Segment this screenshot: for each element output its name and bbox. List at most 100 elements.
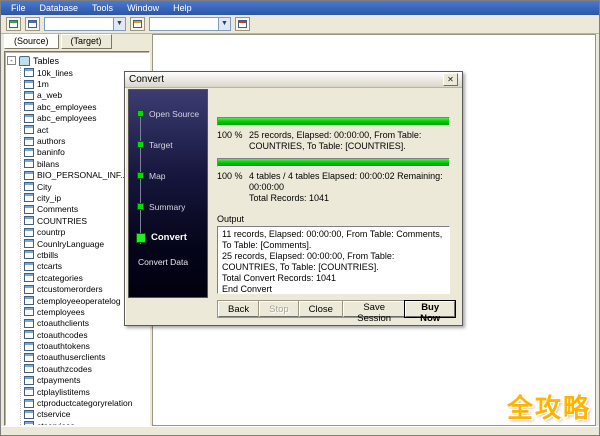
chevron-down-icon[interactable]: ▼	[218, 18, 230, 30]
table-icon	[24, 239, 34, 249]
output-line: 25 records, Elapsed: 00:00:00, From Tabl…	[222, 251, 395, 272]
table-icon	[24, 409, 34, 419]
total-progress-detail: 4 tables / 4 tables Elapsed: 00:00:02 Re…	[249, 171, 450, 204]
output-log[interactable]: 11 records, Elapsed: 00:00:00, From Tabl…	[217, 226, 450, 294]
dialog-buttons: Back Stop Close Save Session Buy Now	[218, 301, 455, 324]
table-tree-item[interactable]: ctproductcategoryrelation	[24, 397, 149, 408]
table-icon	[24, 352, 34, 362]
total-progress-line1: 4 tables / 4 tables Elapsed: 00:00:02 Re…	[249, 171, 443, 192]
panel-tabs: (Source) (Target)	[4, 34, 150, 49]
back-button[interactable]: Back	[218, 301, 260, 317]
table-name: ctoauthzcodes	[37, 363, 92, 374]
progress-fill	[218, 118, 449, 125]
table-name: ctoauthuserclients	[37, 352, 106, 363]
table-icon	[24, 204, 34, 214]
convert-dialog: Convert ✕ Open Source Target Map Summary…	[124, 71, 463, 326]
app-window: File Database Tools Window Help ▼ ▼ (Sou…	[0, 0, 600, 436]
table-icon	[24, 68, 34, 78]
table-name: ctoauthclients	[37, 318, 89, 329]
collapse-icon[interactable]: -	[7, 56, 16, 65]
table-name: 10k_lines	[37, 67, 73, 78]
table-name: countrp	[37, 227, 66, 238]
menu-item[interactable]: Help	[166, 1, 199, 15]
table-progress-bar	[217, 117, 450, 126]
tree-root[interactable]: - Tables	[7, 54, 149, 67]
table-icon	[24, 364, 34, 374]
table-tree-item[interactable]: ctservice	[24, 409, 149, 420]
table-tree-item[interactable]: ctoauthtokens	[24, 340, 149, 351]
database-icon	[9, 20, 18, 28]
total-progress-percent: 100 %	[217, 171, 243, 181]
progress-fill	[218, 159, 449, 166]
table-name: ctcategories	[37, 272, 83, 283]
chevron-down-icon[interactable]: ▼	[113, 18, 125, 30]
table-tree-item[interactable]: ctpayments	[24, 375, 149, 386]
table-icon	[24, 296, 34, 305]
table-icon	[24, 113, 34, 123]
stop-icon	[238, 20, 247, 28]
output-line: 11 records, Elapsed: 00:00:00, From Tabl…	[222, 229, 443, 250]
output-line: Total Convert Records: 1041	[222, 273, 337, 283]
close-button[interactable]: Close	[298, 301, 343, 317]
table-name: city_ip	[37, 192, 62, 203]
table-icon	[24, 90, 34, 100]
table-name: CounlryLanguage	[37, 238, 105, 249]
open-table-button[interactable]	[25, 17, 40, 31]
menu-item[interactable]: Window	[120, 1, 166, 15]
table-name: 1m	[37, 79, 49, 90]
table-progress-text: 100 % 25 records, Elapsed: 00:00:00, Fro…	[217, 130, 450, 152]
table-tree-item[interactable]: ctplaylistitems	[24, 386, 149, 397]
tab-source[interactable]: (Source)	[4, 34, 59, 49]
table-name: ctbills	[37, 249, 59, 260]
table-icon	[24, 375, 34, 385]
table-name: bilans	[37, 158, 60, 169]
table-name: ctcarts	[37, 261, 63, 272]
step-label: Convert	[151, 232, 187, 243]
step-label: Summary	[149, 201, 186, 212]
refresh-button[interactable]	[130, 17, 145, 31]
table-name: ctservice	[37, 409, 71, 420]
table-icon	[24, 147, 34, 157]
total-progress-text: 100 % 4 tables / 4 tables Elapsed: 00:00…	[217, 171, 450, 204]
table-name: abc_employees	[37, 101, 97, 112]
table-name: Comments	[37, 204, 79, 215]
wizard-step: Open Source	[129, 98, 207, 129]
table-icon	[24, 102, 34, 112]
table-tree-item[interactable]: ctoauthcodes	[24, 329, 149, 340]
table-tree-item[interactable]: ctoauthuserclients	[24, 352, 149, 363]
table-icon	[24, 216, 34, 226]
table-icon	[24, 250, 34, 260]
step-bullet-icon	[137, 141, 144, 148]
menu-item[interactable]: Tools	[85, 1, 120, 15]
total-progress-bar	[217, 158, 450, 167]
target-combo[interactable]: ▼	[149, 17, 231, 31]
table-icon	[24, 398, 34, 408]
table-icon	[24, 261, 34, 271]
table-name: a_web	[37, 90, 63, 101]
table-name: City	[37, 181, 52, 192]
buy-now-button[interactable]: Buy Now	[405, 301, 455, 324]
table-icon	[24, 330, 34, 340]
table-icon	[24, 273, 34, 283]
new-connection-button[interactable]	[6, 17, 21, 31]
dialog-title-bar[interactable]: Convert ✕	[125, 72, 462, 88]
wizard-step: Convert	[129, 222, 207, 253]
table-icon	[24, 159, 34, 169]
menu-item[interactable]: File	[4, 1, 33, 15]
table-name: BIO_PERSONAL_INF...	[37, 170, 128, 181]
menu-item[interactable]: Database	[33, 1, 86, 15]
watermark-text: 全攻略	[506, 393, 591, 423]
save-session-button[interactable]: Save Session	[342, 301, 406, 324]
stop-button[interactable]	[235, 17, 250, 31]
close-icon[interactable]: ✕	[443, 73, 458, 86]
wizard-step: Target	[129, 129, 207, 160]
tab-target[interactable]: (Target)	[60, 34, 112, 49]
source-combo[interactable]: ▼	[44, 17, 126, 31]
table-tree-item[interactable]: ctoauthzcodes	[24, 363, 149, 374]
step-bullet-icon	[137, 203, 144, 210]
table-name: abc_employees	[37, 113, 97, 124]
wizard-step: Map	[129, 160, 207, 191]
table-name: baninfo	[37, 147, 65, 158]
table-icon	[24, 136, 34, 146]
table-name: ctplaylistitems	[37, 386, 90, 397]
